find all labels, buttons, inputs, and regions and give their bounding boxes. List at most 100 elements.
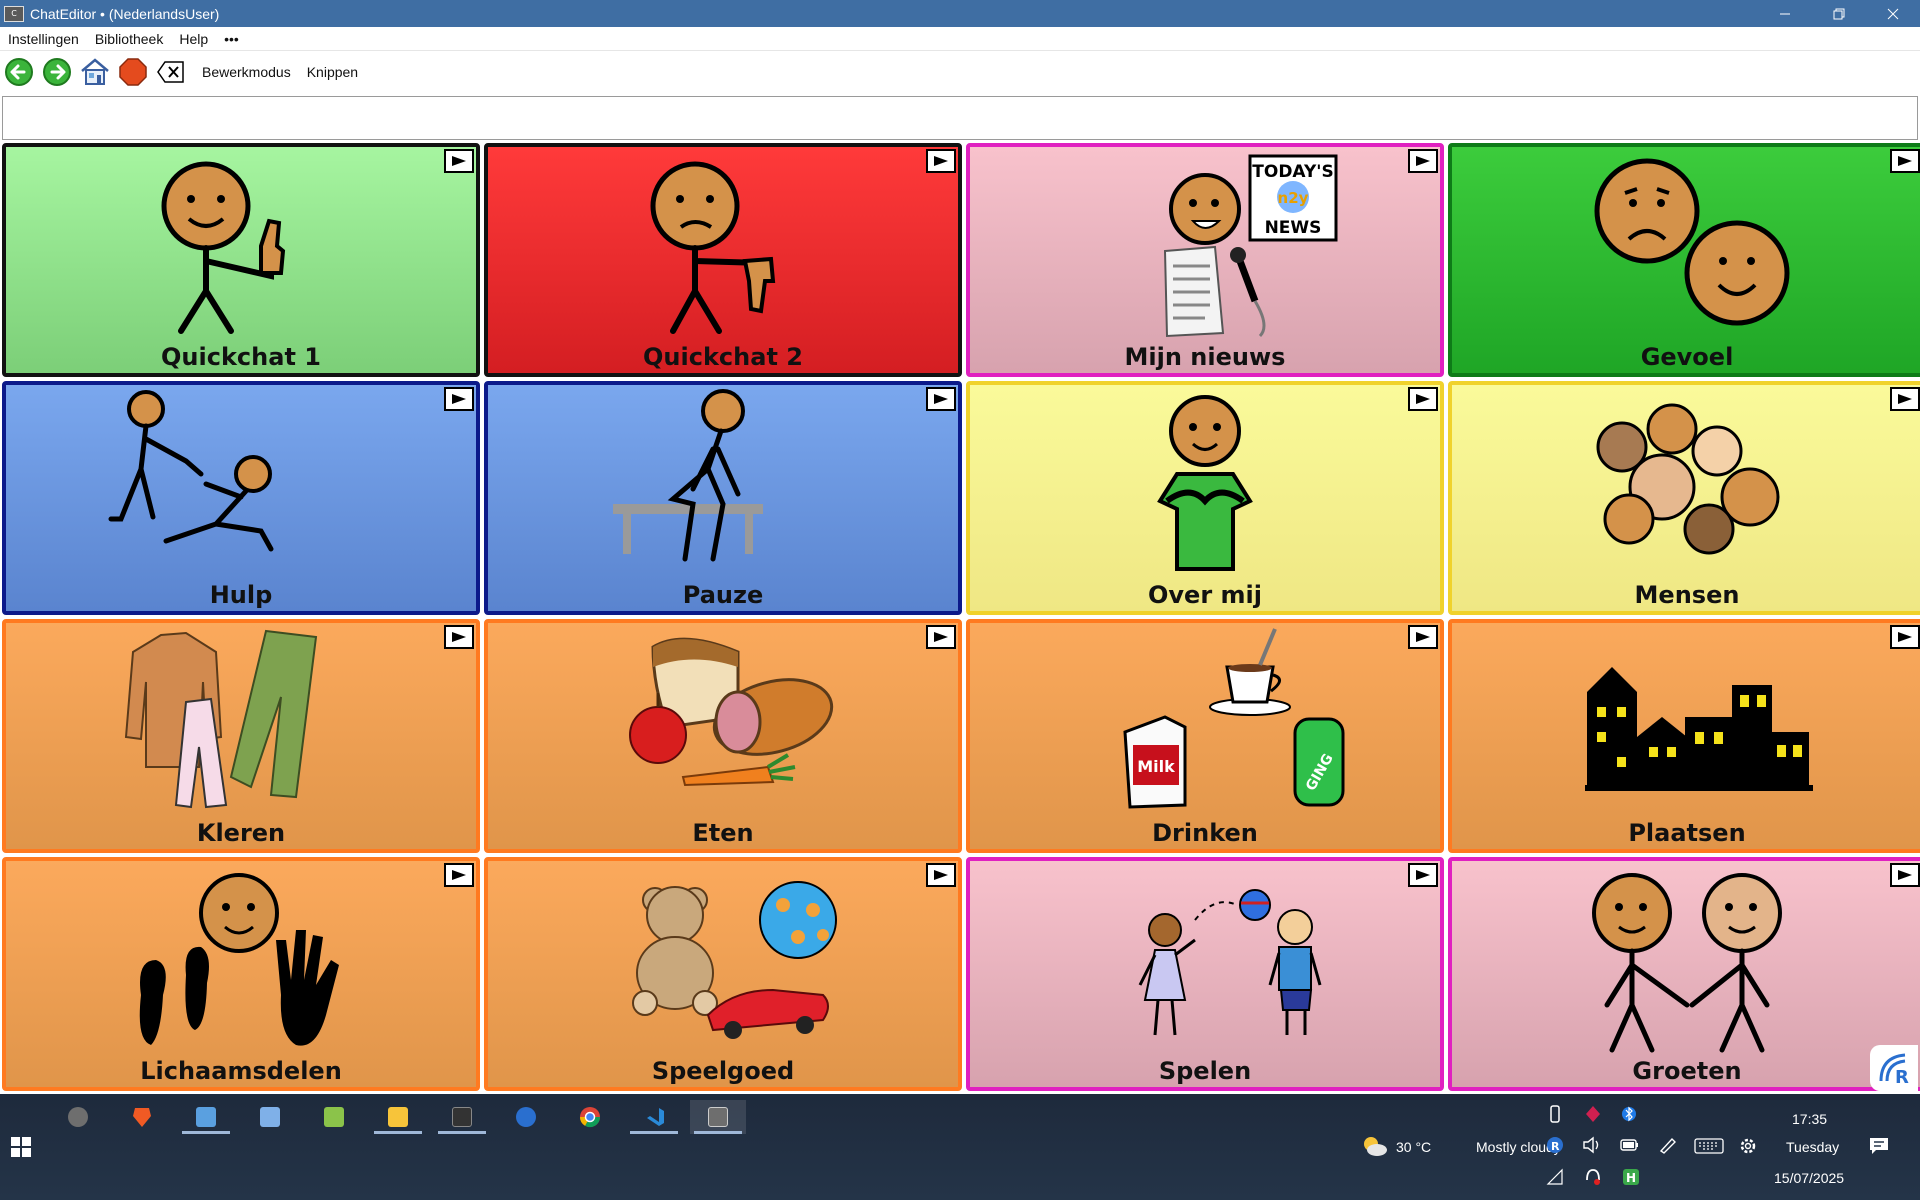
usb-icon[interactable] — [1548, 1104, 1562, 1124]
drinks-icon: Milk GING — [1123, 628, 1345, 809]
cell-kleren[interactable]: Kleren — [2, 619, 480, 853]
headset-icon[interactable] — [1584, 1168, 1602, 1186]
cell-label: Drinken — [1152, 819, 1258, 847]
cell-label: Speelgoed — [651, 1057, 795, 1085]
news-sign-logo: n2y — [1278, 189, 1309, 207]
bluetooth-icon[interactable] — [1622, 1104, 1636, 1124]
cell-label: Plaatsen — [1628, 819, 1746, 847]
taskbar-explorer[interactable] — [370, 1100, 426, 1134]
edit-mode-button[interactable]: Bewerkmodus — [202, 64, 291, 80]
taskbar-chrome[interactable] — [562, 1100, 618, 1134]
folder-arrow-icon — [444, 387, 474, 411]
cell-plaatsen[interactable]: Plaatsen — [1448, 619, 1920, 853]
cell-lichaamsdelen[interactable]: Lichaamsdelen — [2, 857, 480, 1091]
stop-button[interactable] — [116, 55, 150, 89]
red-app-tray-icon[interactable] — [1584, 1104, 1602, 1124]
r-tray-icon[interactable]: R — [1546, 1136, 1564, 1154]
menu-help[interactable]: Help — [171, 31, 216, 47]
taskbar-app-3[interactable] — [178, 1100, 234, 1134]
cell-label: Groeten — [1632, 1057, 1742, 1085]
keyboard-icon[interactable] — [1694, 1138, 1724, 1154]
food-icon — [629, 637, 834, 787]
notifications-icon[interactable] — [1868, 1136, 1890, 1156]
taskbar-terminal[interactable] — [434, 1100, 490, 1134]
wifi-icon[interactable] — [1546, 1168, 1564, 1186]
clock-day[interactable]: Tuesday — [1786, 1139, 1839, 1155]
cell-mijn-nieuws[interactable]: TODAY'S n2y NEWS Mijn nieuws — [966, 143, 1444, 377]
cell-mensen[interactable]: Mensen — [1448, 381, 1920, 615]
thumbs-up-person-icon — [161, 161, 286, 334]
menu-instellingen[interactable]: Instellingen — [0, 31, 87, 47]
volume-icon[interactable] — [1582, 1136, 1602, 1154]
r-app-icon — [516, 1107, 536, 1127]
milk-carton-text: Milk — [1137, 757, 1175, 776]
taskbar-app-1[interactable] — [50, 1100, 106, 1134]
taskbar-vscode[interactable] — [626, 1100, 682, 1134]
news-sign-bottom: NEWS — [1265, 218, 1322, 238]
cell-spelen[interactable]: Spelen — [966, 857, 1444, 1091]
vscode-icon — [647, 1108, 664, 1126]
cell-label: Quickchat 1 — [161, 343, 321, 371]
floating-app-badge[interactable]: R — [1870, 1045, 1918, 1091]
clock-date[interactable]: 15/07/2025 — [1774, 1170, 1844, 1186]
taskbar-app-8[interactable] — [498, 1100, 554, 1134]
battery-icon[interactable] — [1620, 1138, 1640, 1152]
cell-label: Quickchat 2 — [643, 343, 803, 371]
cell-label: Hulp — [209, 581, 273, 609]
weather-temperature[interactable]: 30 °C — [1396, 1139, 1431, 1155]
folder-arrow-icon — [1408, 863, 1438, 887]
back-button[interactable] — [2, 55, 36, 89]
sitting-on-bench-icon — [613, 389, 763, 562]
windows-start-icon[interactable] — [10, 1136, 32, 1158]
gear-icon[interactable] — [1738, 1136, 1758, 1156]
cell-quickchat-2[interactable]: Quickchat 2 — [484, 143, 962, 377]
taskbar-brave[interactable] — [114, 1100, 170, 1134]
forward-button[interactable] — [40, 55, 74, 89]
minimize-icon — [1780, 13, 1790, 14]
cell-label: Eten — [692, 819, 754, 847]
file-explorer-icon — [388, 1107, 408, 1127]
r-logo-icon: R — [1879, 1053, 1909, 1085]
toolbar: Bewerkmodus Knippen — [0, 51, 1920, 93]
taskbar-chateditor[interactable] — [690, 1100, 746, 1134]
app-icon-letter: C — [11, 9, 17, 18]
svg-text:H: H — [1626, 1171, 1636, 1185]
clear-button[interactable] — [154, 55, 188, 89]
cell-drinken[interactable]: Milk GING Drinken — [966, 619, 1444, 853]
close-button[interactable] — [1866, 0, 1920, 27]
back-arrow-icon — [5, 58, 33, 86]
thumbs-down-person-icon — [650, 161, 776, 334]
helping-person-icon — [108, 390, 274, 552]
cell-gevoel[interactable]: Gevoel — [1448, 143, 1920, 377]
taskbar-app-5[interactable] — [306, 1100, 362, 1134]
clock-time[interactable]: 17:35 — [1792, 1111, 1827, 1127]
taskbar-app-4[interactable] — [242, 1100, 298, 1134]
cell-groeten[interactable]: Groeten — [1448, 857, 1920, 1091]
cell-quickchat-1[interactable]: Quickchat 1 — [2, 143, 480, 377]
cell-pauze[interactable]: Pauze — [484, 381, 962, 615]
menu-bibliotheek[interactable]: Bibliotheek — [87, 31, 172, 47]
folder-arrow-icon — [1890, 863, 1920, 887]
h-app-tray-icon[interactable]: H — [1622, 1168, 1640, 1186]
cell-speelgoed[interactable]: Speelgoed — [484, 857, 962, 1091]
cut-button[interactable]: Knippen — [307, 64, 358, 80]
folder-arrow-icon — [926, 149, 956, 173]
kids-playing-ball-icon — [1138, 889, 1322, 1036]
restore-button[interactable] — [1812, 0, 1866, 27]
home-button[interactable] — [78, 55, 112, 89]
menu-more[interactable]: ••• — [216, 31, 247, 47]
cell-label: Lichaamsdelen — [140, 1057, 342, 1085]
weather-partly-cloudy-icon[interactable] — [1360, 1134, 1388, 1158]
folder-arrow-icon — [444, 149, 474, 173]
cell-eten[interactable]: Eten — [484, 619, 962, 853]
taskbar: 17:35 30 °C Mostly cloudy R Tuesday H 15… — [0, 1094, 1920, 1200]
folder-arrow-icon — [1408, 625, 1438, 649]
message-bar[interactable] — [2, 96, 1918, 140]
minimize-button[interactable] — [1758, 0, 1812, 27]
body-parts-icon — [139, 873, 339, 1046]
cell-label: Over mij — [1148, 581, 1262, 609]
pen-icon[interactable] — [1658, 1136, 1678, 1154]
cell-hulp[interactable]: Hulp — [2, 381, 480, 615]
cell-label: Kleren — [196, 819, 286, 847]
cell-over-mij[interactable]: Over mij — [966, 381, 1444, 615]
